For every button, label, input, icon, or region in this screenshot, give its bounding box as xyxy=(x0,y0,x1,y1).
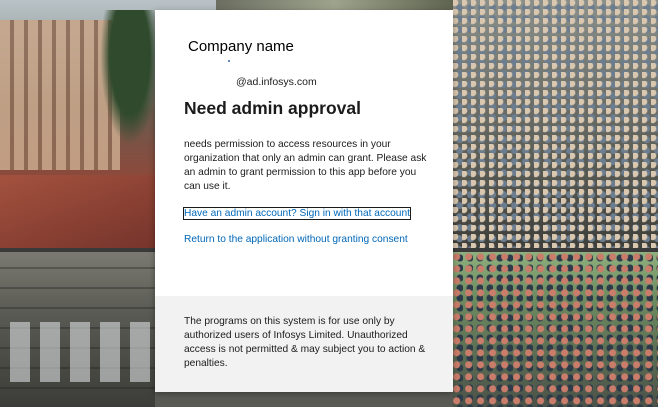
logo-dot xyxy=(228,60,230,62)
page-title: Need admin approval xyxy=(184,98,361,118)
account-email: @ad.infosys.com xyxy=(236,76,317,88)
return-without-consent-link[interactable]: Return to the application without granti… xyxy=(184,234,408,245)
footer-notice-text: The programs on this system is for use o… xyxy=(184,316,426,369)
background-photo-classroom xyxy=(0,252,155,407)
sign-in-admin-link[interactable]: Have an admin account? Sign in with that… xyxy=(183,207,411,220)
footer-notice-panel: The programs on this system is for use o… xyxy=(155,296,453,392)
background-photo-bottom xyxy=(155,392,453,407)
background-photo-crowd xyxy=(453,0,658,248)
admin-approval-dialog: Company name @ad.infosys.com Need admin … xyxy=(155,10,453,392)
permission-description: needs permission to access resources in … xyxy=(184,139,427,192)
background-photo-walkway xyxy=(453,252,658,407)
background-monitors xyxy=(10,322,150,382)
company-logo-text: Company name xyxy=(188,38,294,55)
